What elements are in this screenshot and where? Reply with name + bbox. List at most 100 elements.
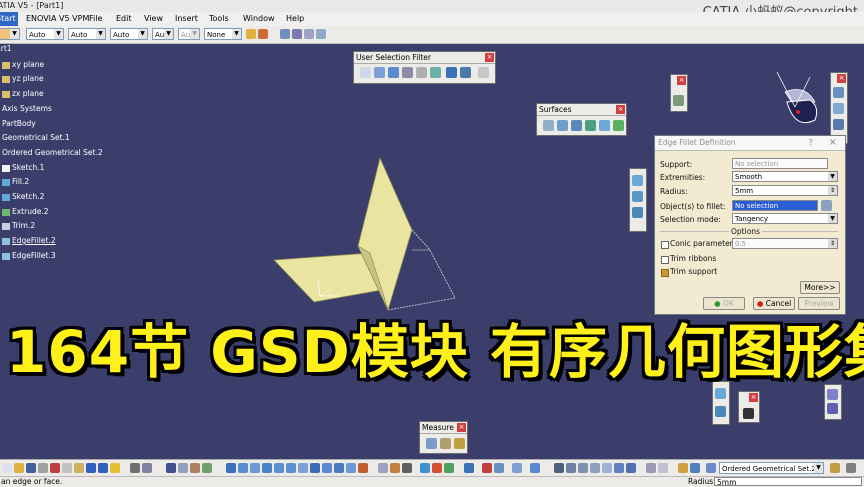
- new-icon[interactable]: [2, 463, 12, 473]
- line-icon[interactable]: [402, 463, 412, 473]
- close-icon[interactable]: ×: [837, 74, 846, 83]
- list-edit-icon[interactable]: [821, 200, 832, 211]
- tree-item-partbody[interactable]: PartBody: [2, 119, 36, 129]
- fillet-icon[interactable]: [554, 463, 564, 473]
- preview-button[interactable]: Preview: [798, 297, 840, 310]
- conic-checkbox[interactable]: [661, 241, 669, 249]
- advanced-icon[interactable]: [690, 463, 700, 473]
- part-geometry[interactable]: [260, 150, 470, 315]
- zoom-out-icon[interactable]: [286, 463, 296, 473]
- cancel-button[interactable]: ● Cancel: [753, 297, 795, 310]
- join-icon[interactable]: [464, 463, 474, 473]
- trim-support-checkbox[interactable]: [661, 269, 669, 277]
- point-icon[interactable]: [390, 463, 400, 473]
- help-icon[interactable]: ?: [809, 138, 813, 147]
- radius-input[interactable]: 5mm ⇕: [732, 185, 838, 196]
- swap-space-icon[interactable]: [358, 463, 368, 473]
- tree-item-axis-systems[interactable]: Axis Systems: [2, 104, 52, 114]
- fit-all-icon[interactable]: [238, 463, 248, 473]
- symmetry-icon[interactable]: [590, 463, 600, 473]
- trim-ribbons-checkbox[interactable]: [661, 256, 669, 264]
- boundary-icon[interactable]: [512, 463, 522, 473]
- menu-edit[interactable]: Edit: [116, 12, 132, 26]
- close-icon[interactable]: ×: [616, 105, 625, 114]
- tool-icon[interactable]: [827, 403, 838, 414]
- comment-icon[interactable]: [142, 463, 152, 473]
- objects-field[interactable]: No selection: [732, 200, 818, 211]
- helix-icon[interactable]: [444, 463, 454, 473]
- tree-item-zx-plane[interactable]: zx plane: [2, 89, 44, 99]
- menu-insert[interactable]: Insert: [175, 12, 198, 26]
- layer-dropdown[interactable]: None ▼: [204, 28, 242, 40]
- conic-input[interactable]: 0.5 ⇕: [732, 238, 838, 249]
- point-symbol-dropdown[interactable]: Aut ▼: [152, 28, 174, 40]
- tool-icon[interactable]: [673, 95, 684, 106]
- sketch-icon[interactable]: [280, 29, 290, 39]
- ok-button[interactable]: ● OK: [703, 297, 745, 310]
- tool-icon[interactable]: [632, 191, 643, 202]
- plane-icon[interactable]: [304, 29, 314, 39]
- formula-icon[interactable]: [130, 463, 140, 473]
- close-icon[interactable]: ×: [485, 53, 494, 62]
- support-field[interactable]: No selection: [732, 158, 828, 169]
- catalog-icon[interactable]: [178, 463, 188, 473]
- tree-item-fill-2[interactable]: Fill.2: [2, 177, 29, 187]
- scaling-icon[interactable]: [602, 463, 612, 473]
- extrude-icon[interactable]: [543, 120, 554, 131]
- brush-icon[interactable]: [258, 29, 268, 39]
- tool-icon[interactable]: [478, 67, 489, 78]
- trim-icon[interactable]: [494, 463, 504, 473]
- feature-filter-icon[interactable]: [416, 67, 427, 78]
- tool-icon[interactable]: [833, 119, 844, 130]
- tree-item-sketch-1[interactable]: Sketch.1: [2, 163, 44, 173]
- sketch-positioned-icon[interactable]: [292, 29, 302, 39]
- tree-item-edgefillet-3[interactable]: EdgeFillet.3: [2, 251, 56, 261]
- tool-icon[interactable]: [833, 87, 844, 98]
- translate-icon[interactable]: [566, 463, 576, 473]
- fill-icon[interactable]: [585, 120, 596, 131]
- volume-filter-icon[interactable]: [402, 67, 413, 78]
- menu-enovia[interactable]: ENOVIA V5 VPM: [26, 12, 89, 26]
- print-icon[interactable]: [38, 463, 48, 473]
- transparency-dropdown[interactable]: Auto ▼: [26, 28, 64, 40]
- rendering-dropdown[interactable]: Aut ▼: [178, 28, 200, 40]
- macro-icon[interactable]: [190, 463, 200, 473]
- law-icon[interactable]: [658, 463, 668, 473]
- tree-item-trim-2[interactable]: Trim.2: [2, 221, 35, 231]
- iso-view-icon[interactable]: [322, 463, 332, 473]
- plane-tool-icon[interactable]: [420, 463, 430, 473]
- axis-to-axis-icon[interactable]: [626, 463, 636, 473]
- menu-tools[interactable]: Tools: [209, 12, 229, 26]
- tree-item-ordered-geometrical-set-2[interactable]: Ordered Geometrical Set.2: [2, 148, 103, 158]
- tool-icon[interactable]: [743, 408, 754, 419]
- measure-between-icon[interactable]: [426, 438, 437, 449]
- selection-mode-select[interactable]: Tangency ▼: [732, 213, 838, 224]
- menu-view[interactable]: View: [144, 12, 163, 26]
- copy-icon[interactable]: [62, 463, 72, 473]
- cut-icon[interactable]: [50, 463, 60, 473]
- tool-icon[interactable]: [632, 175, 643, 186]
- measure-inertia-icon[interactable]: [454, 438, 465, 449]
- extremities-select[interactable]: Smooth ▼: [732, 171, 838, 182]
- menu-window[interactable]: Window: [243, 12, 275, 26]
- shading-icon[interactable]: [334, 463, 344, 473]
- knowledge-icon[interactable]: [202, 463, 212, 473]
- revolve-icon[interactable]: [557, 120, 568, 131]
- blend-icon[interactable]: [613, 120, 624, 131]
- tool-icon[interactable]: [715, 406, 726, 417]
- current-set-dropdown[interactable]: Ordered Geometrical Set.2 ▼: [719, 462, 824, 474]
- extract-icon[interactable]: [530, 463, 540, 473]
- extrapolate-icon[interactable]: [646, 463, 656, 473]
- rotate-tool-icon[interactable]: [578, 463, 588, 473]
- tree-item-yz-plane[interactable]: yz plane: [2, 74, 44, 84]
- insert-set-icon[interactable]: [830, 463, 840, 473]
- help-icon[interactable]: [110, 463, 120, 473]
- zoom-in-icon[interactable]: [274, 463, 284, 473]
- set-icon[interactable]: [706, 463, 716, 473]
- save-icon[interactable]: [26, 463, 36, 473]
- sweep-icon[interactable]: [571, 120, 582, 131]
- paste-icon[interactable]: [74, 463, 84, 473]
- fly-mode-icon[interactable]: [226, 463, 236, 473]
- table-icon[interactable]: [166, 463, 176, 473]
- spinner-icon[interactable]: ⇕: [828, 239, 837, 248]
